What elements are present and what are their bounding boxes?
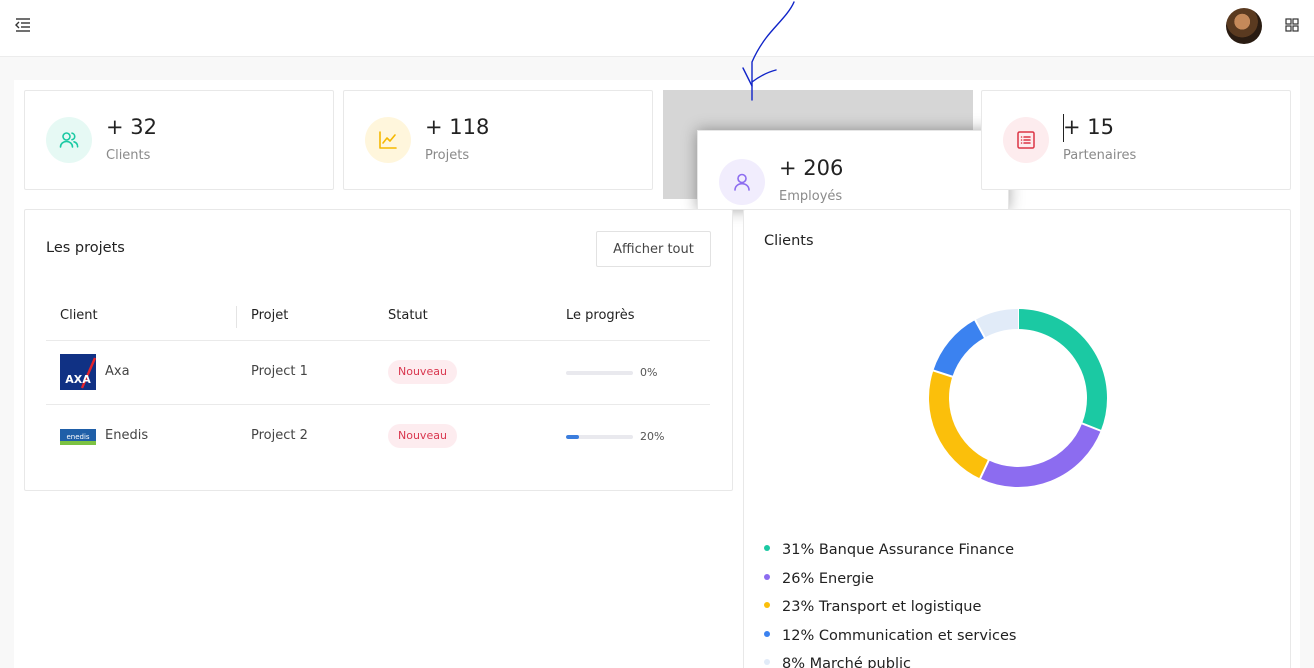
- column-divider: [236, 306, 237, 328]
- svg-text:enedis: enedis: [66, 433, 89, 441]
- column-header-projet[interactable]: Projet: [251, 308, 288, 323]
- legend-dot-icon: [764, 631, 770, 637]
- annotation-arrow: [742, 1, 795, 101]
- project-name: Project 2: [251, 428, 308, 443]
- stat-card-projets[interactable]: + 118 Projets: [343, 90, 653, 190]
- top-bar: [0, 0, 1314, 57]
- project-name: Project 1: [251, 364, 308, 379]
- stat-card-partenaires[interactable]: + 15 Partenaires: [981, 90, 1291, 190]
- stat-value: + 32: [106, 115, 157, 139]
- progress-bar: [566, 371, 633, 375]
- stat-label: Projets: [425, 148, 470, 163]
- clients-donut-chart: [929, 308, 1107, 487]
- progress-percent: 0%: [640, 366, 658, 379]
- show-all-button[interactable]: Afficher tout: [596, 231, 711, 267]
- enedis-logo: enedis: [60, 429, 96, 445]
- donut-slice-1[interactable]: [1017, 309, 1107, 431]
- stat-value: + 15: [1063, 115, 1114, 139]
- projects-panel: Les projets Afficher tout Client Projet …: [24, 209, 733, 491]
- stat-value: + 206: [779, 156, 844, 180]
- chart-line-icon: [365, 117, 411, 163]
- legend-label: 26% Energie: [782, 571, 874, 587]
- donut-slice-3[interactable]: [929, 370, 989, 479]
- user-icon: [719, 159, 765, 205]
- panel-title: Clients: [764, 233, 814, 249]
- column-header-progres[interactable]: Le progrès: [566, 308, 635, 323]
- legend-label: 23% Transport et logistique: [782, 599, 982, 615]
- stat-value: + 118: [425, 115, 490, 139]
- legend-dot-icon: [764, 574, 770, 580]
- svg-text:AXA: AXA: [65, 373, 91, 386]
- legend-item[interactable]: 8% Marché public: [764, 656, 911, 668]
- progress-fill: [566, 435, 580, 439]
- donut-slice-5[interactable]: [975, 309, 1019, 338]
- row-divider: [46, 340, 710, 341]
- status-badge: Nouveau: [388, 360, 457, 384]
- stat-label: Employés: [779, 189, 843, 204]
- column-header-client[interactable]: Client: [60, 308, 98, 323]
- status-badge: Nouveau: [388, 424, 457, 448]
- progress-percent: 20%: [640, 430, 665, 443]
- client-name: Enedis: [105, 428, 149, 443]
- legend-item[interactable]: 31% Banque Assurance Finance: [764, 542, 1014, 558]
- apps-grid-icon[interactable]: [1285, 18, 1299, 32]
- legend-label: 31% Banque Assurance Finance: [782, 542, 1015, 558]
- legend-label: 12% Communication et services: [782, 628, 1017, 644]
- client-name: Axa: [105, 364, 130, 379]
- legend-item[interactable]: 23% Transport et logistique: [764, 599, 981, 615]
- donut-slice-4[interactable]: [933, 320, 986, 378]
- panel-title: Les projets: [46, 240, 125, 256]
- stat-card-clients[interactable]: + 32 Clients: [24, 90, 334, 190]
- list-icon: [1003, 117, 1049, 163]
- progress-bar: [566, 435, 633, 439]
- legend-item[interactable]: 12% Communication et services: [764, 628, 1016, 644]
- legend-dot-icon: [764, 659, 770, 665]
- legend-label: 8% Marché public: [782, 656, 911, 668]
- column-header-statut[interactable]: Statut: [388, 308, 428, 323]
- legend-item[interactable]: 26% Energie: [764, 571, 874, 587]
- stat-label: Partenaires: [1063, 148, 1137, 163]
- stat-label: Clients: [106, 148, 151, 163]
- legend-dot-icon: [764, 545, 770, 551]
- row-divider: [46, 404, 710, 405]
- clients-panel: Clients 31% Banque Assurance Finance 26% …: [743, 209, 1291, 668]
- axa-logo: AXA: [60, 354, 96, 390]
- donut-slice-2[interactable]: [980, 423, 1101, 487]
- users-icon: [46, 117, 92, 163]
- menu-collapse-icon[interactable]: [14, 16, 32, 34]
- stat-card-employes[interactable]: + 206 Employés: [697, 130, 1009, 210]
- legend-dot-icon: [764, 602, 770, 608]
- avatar[interactable]: [1226, 8, 1262, 44]
